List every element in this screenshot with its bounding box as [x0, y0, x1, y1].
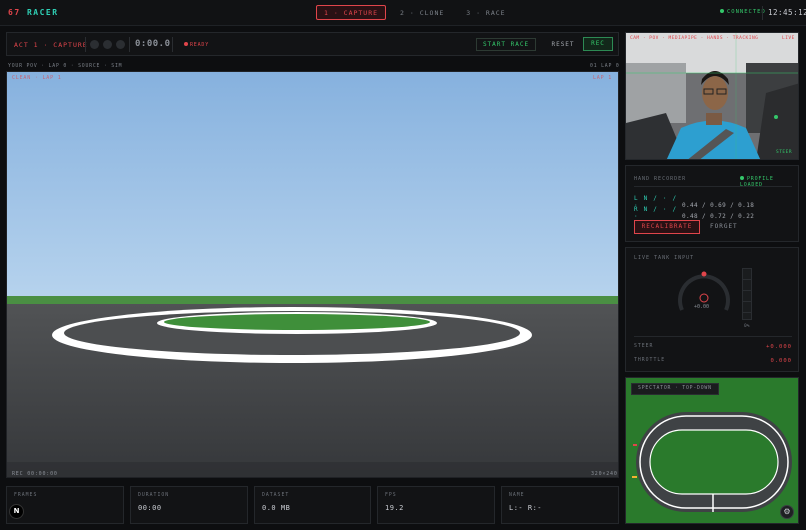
infield-grass: [164, 314, 430, 330]
throttle-bar-label: 0%: [744, 324, 750, 329]
camera-live-badge: LIVE: [782, 36, 795, 41]
app-logo: 67 RACER: [8, 8, 59, 17]
viewport-overlay-tr: LAP 1: [593, 75, 613, 81]
stat-fps: FPS 19.2: [377, 486, 495, 524]
clock: 12:45:12: [768, 8, 806, 17]
throttle-bar: [742, 268, 752, 320]
tab-clone[interactable]: 2 · CLONE: [392, 5, 452, 20]
stat-label: DATASET: [262, 493, 290, 498]
divider: [762, 6, 763, 20]
foreground-shadow: [7, 462, 618, 477]
viewport-lap-info: 01 LAP 0: [590, 64, 620, 69]
spectator-tag: SPECTATOR · TOP-DOWN: [631, 383, 719, 395]
throttle-label: THROTTLE: [634, 358, 666, 363]
divider: [172, 37, 173, 52]
steer-dial: [678, 271, 730, 311]
rec-button[interactable]: REC: [583, 37, 613, 51]
panel-title: HAND RECORDER: [634, 176, 687, 182]
camera-steer-label: STEER: [776, 150, 793, 155]
forget-button[interactable]: FORGET: [710, 223, 738, 230]
sky: [7, 72, 618, 307]
steer-label: STEER: [634, 344, 654, 349]
stat-value: 00:00: [138, 504, 162, 512]
steer-row: STEER +0.000: [634, 344, 792, 350]
panel-title: LIVE TANK INPUT: [634, 255, 695, 261]
race-timer: 0:00.0: [135, 39, 171, 49]
start-race-button[interactable]: START RACE: [476, 38, 536, 51]
step-tabs: 1 · CAPTURE 2 · CLONE 3 · RACE: [316, 5, 514, 20]
viewport-overlay-bl: REC 00:00:00: [12, 471, 58, 477]
act-label: ACT 1 · CAPTURE: [14, 41, 88, 49]
row-key: R N / · / ·: [634, 206, 678, 220]
stat-value: 19.2: [385, 504, 404, 512]
tab-race[interactable]: 3 · RACE: [458, 5, 513, 20]
car-marker: [633, 444, 637, 446]
connection-status: CONNECTED: [720, 9, 766, 15]
track-infield: [649, 429, 779, 495]
stat-label: DURATION: [138, 493, 170, 498]
stat-label: FPS: [385, 493, 397, 498]
tank-input-panel: LIVE TANK INPUT +0.00 0% STEER +0.000 TH…: [625, 247, 799, 372]
viewport-overlay-tl: CLEAN · LAP 1: [12, 75, 62, 81]
brand-name: RACER: [26, 8, 59, 17]
reset-button[interactable]: RESET: [543, 38, 583, 51]
settings-gear-icon[interactable]: ⚙: [780, 505, 794, 519]
stat-label: NAME: [509, 493, 525, 498]
stat-value: L:- R:-: [509, 504, 543, 512]
throttle-row: THROTTLE 0.000: [634, 358, 792, 364]
divider: [85, 37, 86, 52]
n-logo-icon[interactable]: N: [9, 504, 24, 519]
stat-dataset: DATASET 0.0 MB: [254, 486, 371, 524]
top-down-track: [632, 412, 792, 512]
horizon-grass: [7, 296, 618, 304]
spectator-map: SPECTATOR · TOP-DOWN: [625, 377, 799, 524]
stat-label: FRAMES: [14, 493, 38, 498]
divider: [634, 186, 792, 187]
ready-status: READY: [184, 42, 209, 48]
steer-value: +0.000: [766, 344, 792, 350]
camera-feed: CAM · POV · MEDIAPIPE · HANDS · TRACKING…: [625, 32, 799, 160]
camera-overlay-label: CAM · POV · MEDIAPIPE · HANDS · TRACKING: [630, 36, 759, 41]
stat-name: NAME L:- R:-: [501, 486, 619, 524]
throttle-value: 0.000: [770, 358, 792, 364]
row-value: 0.48 / 0.72 / 0.22: [682, 213, 755, 220]
viewport-overlay-br: 320×240: [591, 471, 618, 477]
indicator-light-1: [90, 40, 99, 49]
indicator-light-2: [103, 40, 112, 49]
webcam-image: [626, 33, 798, 159]
indicator-light-3: [116, 40, 125, 49]
stat-duration: DURATION 00:00: [130, 486, 248, 524]
right-hand-row: R N / · / · 0.48 / 0.72 / 0.22: [634, 206, 754, 220]
divider: [129, 37, 130, 52]
dial-value: +0.00: [694, 304, 710, 310]
top-bar: 67 RACER 1 · CAPTURE 2 · CLONE 3 · RACE …: [0, 0, 806, 26]
control-bar: ACT 1 · CAPTURE 0:00.0 READY START RACE …: [6, 32, 619, 56]
brand-number: 67: [8, 8, 21, 17]
race-viewport[interactable]: CLEAN · LAP 1 LAP 1 REC 00:00:00 320×240: [6, 71, 619, 478]
stat-value: 0.0 MB: [262, 504, 291, 512]
tab-capture[interactable]: 1 · CAPTURE: [316, 5, 387, 20]
car-marker-2: [632, 476, 637, 478]
track-scene: [7, 72, 618, 477]
divider: [634, 336, 792, 337]
stat-frames: FRAMES: [6, 486, 124, 524]
hand-recorder-panel: HAND RECORDER PROFILE LOADED L N / · / ·…: [625, 165, 799, 242]
viewport-info: YOUR POV · LAP 0 · SOURCE · SIM: [8, 64, 123, 69]
recalibrate-button[interactable]: RECALIBRATE: [634, 220, 700, 234]
